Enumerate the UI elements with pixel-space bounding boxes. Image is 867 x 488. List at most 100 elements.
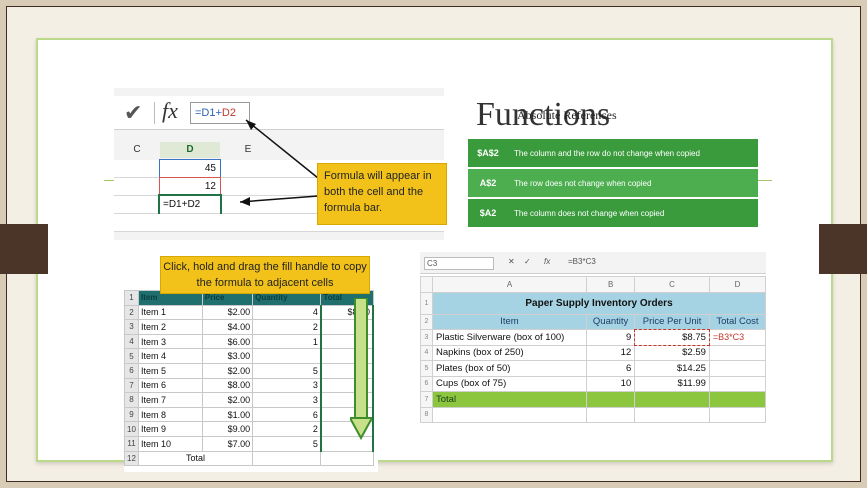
- cell-item[interactable]: Item 3: [138, 333, 203, 350]
- table-row: 11 Item 10 $7.00 5: [124, 435, 375, 452]
- row-number: 2: [420, 313, 433, 330]
- cell-price[interactable]: $4.00: [201, 319, 254, 335]
- inventory-screenshot: C3 ✕ ✓ fx =B3*C3 A B C D 1 Paper Supply …: [420, 252, 767, 423]
- row-number: 4: [124, 333, 139, 350]
- table-row: 4 Item 3 $6.00 1: [124, 333, 375, 350]
- row-number: 1: [124, 290, 139, 306]
- cell-price[interactable]: $6.00: [201, 333, 254, 350]
- cell-item[interactable]: Item 9: [138, 421, 203, 437]
- cell-quantity[interactable]: 6: [252, 406, 322, 423]
- cell[interactable]: [432, 406, 587, 423]
- name-box[interactable]: C3: [424, 257, 494, 270]
- cell-price[interactable]: $2.00: [201, 304, 254, 321]
- cell-quantity[interactable]: 5: [252, 362, 322, 379]
- column-header[interactable]: C: [634, 276, 710, 293]
- total-label[interactable]: Total: [137, 450, 254, 467]
- check-icon[interactable]: ✓: [524, 257, 531, 266]
- reference-key: $A$2: [477, 148, 499, 158]
- cell-price[interactable]: $2.00: [201, 392, 254, 408]
- table-row: 3 Item 2 $4.00 2: [124, 319, 375, 335]
- cell-quantity[interactable]: 10: [585, 375, 636, 392]
- cell-item[interactable]: Item 1: [138, 304, 203, 321]
- formula-input[interactable]: =B3*C3: [568, 257, 596, 266]
- total-row: 12 Total: [124, 450, 374, 467]
- cell[interactable]: [585, 391, 636, 408]
- cell-quantity[interactable]: 6: [585, 360, 636, 377]
- cell-quantity[interactable]: 2: [252, 319, 322, 335]
- header-item[interactable]: Item: [432, 313, 587, 330]
- formula-bar: C3 ✕ ✓ fx =B3*C3: [420, 252, 766, 274]
- fill-handle-sheet: 1 Item Price Quantity Total 2 Item 1 $2.00…: [124, 290, 375, 467]
- cell-price[interactable]: $11.99: [634, 375, 710, 392]
- cell-quantity[interactable]: 2: [252, 421, 322, 437]
- cell-item[interactable]: Item 2: [138, 319, 203, 335]
- absolute-reference-table: $A$2 The column and the row do not chang…: [468, 139, 758, 229]
- cell-quantity[interactable]: 1: [252, 333, 322, 350]
- cell-price[interactable]: $1.00: [201, 406, 254, 423]
- cell-price[interactable]: $2.59: [634, 344, 710, 361]
- cell-price[interactable]: $8.75: [633, 328, 711, 346]
- cell-quantity[interactable]: 4: [252, 304, 322, 321]
- row-number: 2: [124, 304, 139, 321]
- cell-quantity[interactable]: 3: [252, 392, 322, 408]
- cell-item[interactable]: Plastic Silverware (box of 100): [432, 329, 587, 346]
- header-price[interactable]: Price Per Unit: [634, 313, 710, 330]
- cell-price[interactable]: $3.00: [201, 348, 254, 364]
- cell-item[interactable]: Item 6: [138, 377, 203, 394]
- cell[interactable]: [708, 406, 767, 423]
- cell[interactable]: [585, 406, 636, 423]
- cell-quantity[interactable]: 12: [585, 344, 636, 361]
- cell-price[interactable]: $7.00: [201, 435, 254, 452]
- cell-total-cost[interactable]: [708, 375, 767, 392]
- header-total-cost[interactable]: Total Cost: [708, 313, 767, 330]
- cell-quantity[interactable]: 3: [252, 377, 322, 394]
- fx-icon[interactable]: fx: [544, 257, 550, 266]
- cell-quantity[interactable]: 5: [252, 435, 322, 452]
- total-row: 7 Total: [420, 391, 767, 408]
- row-number: 11: [124, 435, 139, 452]
- corner-cell: [420, 276, 433, 293]
- reference-desc: The column and the row do not change whe…: [514, 148, 700, 158]
- cell-price[interactable]: $2.00: [201, 362, 254, 379]
- cell-item[interactable]: Item 5: [138, 362, 203, 379]
- cell-item[interactable]: Napkins (box of 250): [432, 344, 587, 361]
- row-number: 7: [420, 391, 433, 408]
- cell-quantity[interactable]: [252, 348, 322, 364]
- cell-total-cost[interactable]: [708, 360, 767, 377]
- column-header[interactable]: D: [708, 276, 767, 293]
- header-quantity[interactable]: Quantity: [585, 313, 636, 330]
- cancel-icon[interactable]: ✕: [508, 257, 515, 266]
- cell-total-cost[interactable]: =B3*C3: [708, 329, 767, 346]
- cell-item[interactable]: Item 10: [138, 435, 203, 452]
- row-number: 3: [124, 319, 139, 335]
- row-number: 4: [420, 344, 433, 361]
- total-label[interactable]: Total: [432, 391, 587, 408]
- column-header[interactable]: A: [432, 276, 587, 293]
- cell[interactable]: [634, 406, 710, 423]
- cell[interactable]: [320, 450, 374, 467]
- cell[interactable]: [708, 391, 767, 408]
- cell-item[interactable]: Cups (box of 75): [432, 375, 587, 392]
- cell-quantity[interactable]: 9: [585, 329, 636, 346]
- table-row: 4 Napkins (box of 250) 12 $2.59: [420, 344, 767, 361]
- column-header[interactable]: B: [585, 276, 636, 293]
- cell-item[interactable]: Item 8: [138, 406, 203, 423]
- title-row: 1 Paper Supply Inventory Orders: [420, 291, 766, 315]
- row-number: 8: [124, 392, 139, 408]
- row-number: 12: [124, 450, 139, 467]
- arrow-head-formula-bar: [246, 120, 256, 130]
- cell-price[interactable]: $8.00: [201, 377, 254, 394]
- cell-item[interactable]: Item 4: [138, 348, 203, 364]
- formula-callout: Formula will appear in both the cell and…: [317, 163, 447, 225]
- arrow-to-cell: [239, 195, 319, 203]
- cell[interactable]: [634, 391, 710, 408]
- empty-row: 8: [420, 406, 767, 423]
- table-row: 5 Plates (box of 50) 6 $14.25: [420, 360, 767, 377]
- cell-total-cost[interactable]: [708, 344, 767, 361]
- cell-price[interactable]: $14.25: [634, 360, 710, 377]
- cell-item[interactable]: Plates (box of 50): [432, 360, 587, 377]
- inventory-title[interactable]: Paper Supply Inventory Orders: [432, 291, 766, 315]
- cell-price[interactable]: $9.00: [201, 421, 254, 437]
- cell[interactable]: [252, 450, 322, 467]
- cell-item[interactable]: Item 7: [138, 392, 203, 408]
